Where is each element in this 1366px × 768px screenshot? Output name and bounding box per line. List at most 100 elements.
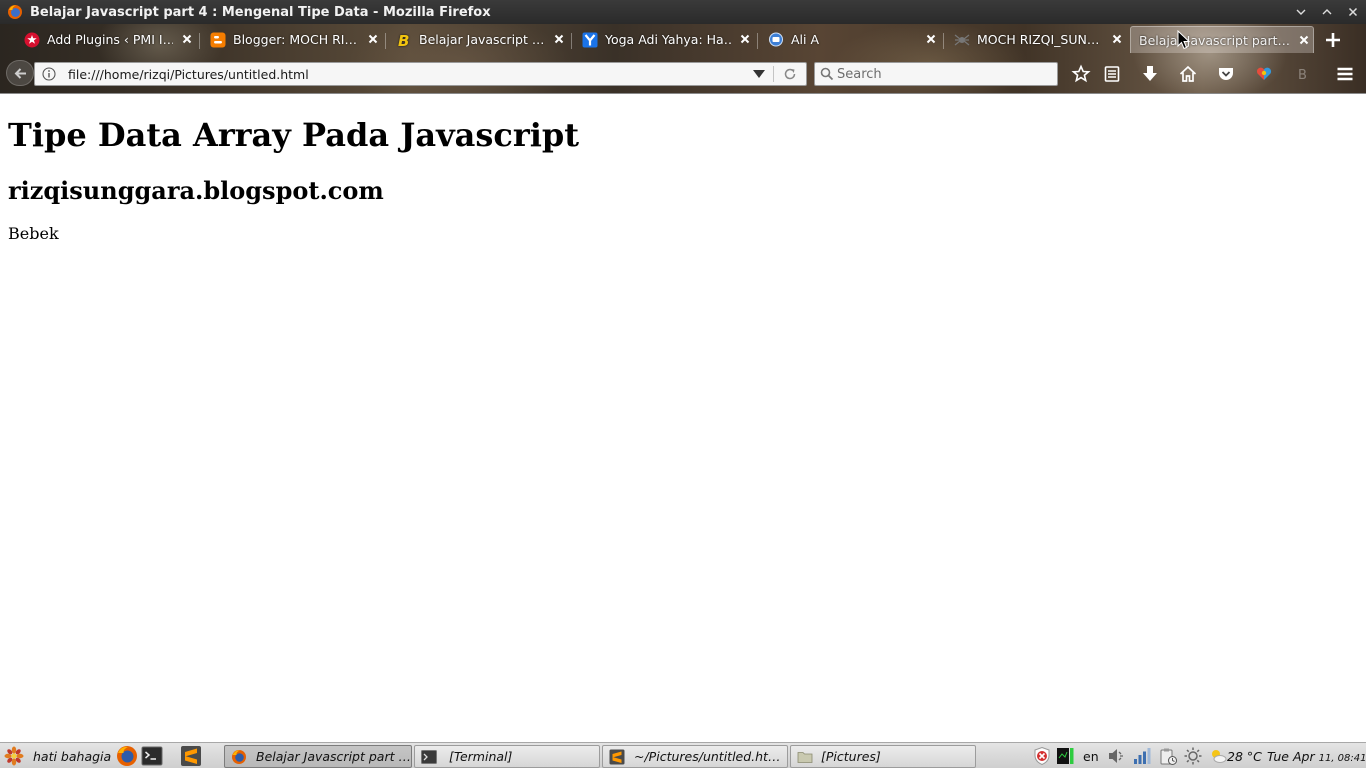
b-logo-icon: B (398, 32, 409, 48)
volume-muted-icon[interactable] (1106, 746, 1126, 766)
search-input[interactable] (837, 65, 1047, 83)
page-text: Bebek (8, 224, 59, 243)
close-icon[interactable] (738, 32, 752, 46)
menu-button[interactable] (1335, 64, 1355, 84)
url-divider (773, 66, 774, 82)
chat-bubble-icon (769, 32, 783, 46)
tab-belajar-javascript-active[interactable]: Belajar Javascript part… (1130, 26, 1314, 53)
reload-icon[interactable] (783, 67, 797, 81)
start-menu-button[interactable]: hati bahagia (4, 745, 111, 767)
close-icon[interactable] (180, 32, 194, 46)
start-menu-label: hati bahagia (33, 748, 112, 764)
chevron-down-icon (1296, 9, 1306, 15)
browser-chrome: Add Plugins ‹ PMI I… Blogger: MOCH RI… B… (0, 24, 1366, 94)
task-label: Belajar Javascript part … (256, 749, 411, 764)
url-text[interactable]: file:///home/rizqi/Pictures/untitled.htm… (68, 67, 309, 82)
tab-belajar-javascript[interactable]: B Belajar Javascript … (390, 26, 568, 53)
page-subheading: rizqisunggara.blogspot.com (8, 176, 384, 205)
window-titlebar[interactable]: Belajar Javascript part 4 : Mengenal Tip… (0, 0, 1366, 24)
task-sublime-text[interactable]: ~/Pictures/untitled.htm… (602, 745, 788, 768)
brightness-sun-icon[interactable] (1183, 746, 1203, 766)
profile-letter-icon: B (1298, 68, 1307, 83)
close-window-button[interactable] (1340, 0, 1366, 24)
bookmark-star-button[interactable] (1071, 64, 1091, 84)
tab-blogger[interactable]: Blogger: MOCH RI… (204, 26, 382, 53)
tab-label: Blogger: MOCH RI… (233, 32, 357, 47)
tab-label: Belajar Javascript part… (1139, 32, 1289, 48)
tab-label: Ali A (791, 32, 820, 47)
info-icon[interactable] (42, 67, 56, 81)
new-tab-button[interactable] (1322, 29, 1344, 51)
pocket-button[interactable] (1216, 64, 1236, 84)
task-firefox[interactable]: Belajar Javascript part … (224, 745, 412, 768)
url-bar[interactable]: file:///home/rizqi/Pictures/untitled.htm… (34, 62, 807, 86)
tab-separator (385, 33, 386, 49)
clipboard-manager-icon[interactable] (1158, 746, 1178, 766)
task-label: [Pictures] (821, 749, 881, 764)
close-icon[interactable] (924, 32, 938, 46)
dropdown-arrow-icon[interactable] (752, 69, 766, 79)
blogger-icon (210, 32, 226, 47)
security-shield-icon[interactable] (1032, 746, 1052, 766)
keyboard-layout-indicator[interactable]: en (1083, 749, 1099, 764)
reading-list-button[interactable] (1102, 64, 1122, 84)
hamburger-menu-icon (1337, 67, 1353, 81)
star-icon (1071, 64, 1091, 83)
downloads-button[interactable] (1140, 64, 1160, 84)
firefox-icon (232, 749, 246, 764)
extension-button[interactable] (1254, 64, 1274, 84)
close-icon[interactable] (1110, 32, 1124, 46)
home-button[interactable] (1178, 64, 1198, 84)
spider-icon (954, 34, 970, 45)
sublime-text-launcher-icon[interactable] (180, 745, 202, 767)
tab-label: Belajar Javascript … (419, 32, 545, 47)
close-icon[interactable] (1297, 33, 1311, 47)
tab-strip: Add Plugins ‹ PMI I… Blogger: MOCH RI… B… (0, 24, 1366, 54)
tab-moch-rizqi[interactable]: MOCH RIZQI_SUN… (948, 26, 1126, 53)
navigation-bar: file:///home/rizqi/Pictures/untitled.htm… (0, 54, 1366, 94)
taskbar: hati bahagia Belajar Javascript part … [… (0, 742, 1366, 768)
clock-date: Tue Apr (1267, 749, 1315, 764)
search-icon (820, 67, 834, 81)
clock-time: 11, 08:41 (1318, 753, 1366, 764)
download-arrow-icon (1143, 66, 1157, 81)
pocket-icon (1219, 68, 1233, 80)
back-button[interactable] (6, 60, 34, 86)
terminal-icon (421, 749, 437, 764)
folder-icon (797, 751, 813, 763)
system-monitor-icon[interactable] (1055, 746, 1075, 766)
tab-yoga-adi-yahya[interactable]: Yoga Adi Yahya: Ha… (576, 26, 754, 53)
search-bar[interactable] (814, 62, 1058, 86)
tab-separator (943, 33, 944, 49)
terminal-launcher-icon[interactable] (141, 745, 163, 767)
colorful-heart-icon (1256, 67, 1272, 80)
sublime-text-icon (609, 749, 625, 764)
minimize-button[interactable] (1288, 0, 1314, 24)
firefox-launcher-icon[interactable] (116, 745, 138, 767)
tab-add-plugins[interactable]: Add Plugins ‹ PMI I… (18, 26, 196, 53)
tab-label: MOCH RIZQI_SUN… (977, 32, 1100, 47)
wordpress-flower-icon (24, 32, 40, 47)
y-logo-icon (582, 32, 598, 47)
task-label: [Terminal] (449, 749, 513, 764)
tab-separator (571, 33, 572, 49)
svg-text:B: B (398, 32, 409, 48)
tab-separator (199, 33, 200, 49)
task-pictures-folder[interactable]: [Pictures] (790, 745, 976, 768)
tab-ali-a[interactable]: Ali A (762, 26, 940, 53)
chevron-up-icon (1322, 9, 1332, 15)
maximize-button[interactable] (1314, 0, 1340, 24)
close-icon[interactable] (552, 32, 566, 46)
close-icon[interactable] (366, 32, 380, 46)
tab-separator (757, 33, 758, 49)
task-label: ~/Pictures/untitled.htm… (634, 749, 787, 764)
svg-text:B: B (1298, 68, 1307, 83)
weather-partly-cloudy-icon[interactable] (1208, 746, 1228, 766)
network-signal-icon[interactable] (1132, 746, 1152, 766)
clock[interactable]: Tue Apr 11, 08:41 (1267, 749, 1366, 764)
firefox-icon (8, 5, 22, 19)
profile-button[interactable]: B (1293, 64, 1313, 84)
task-terminal[interactable]: [Terminal] (414, 745, 600, 768)
page-content: Tipe Data Array Pada Javascript rizqisun… (0, 94, 1366, 742)
arrow-left-icon (14, 68, 26, 79)
